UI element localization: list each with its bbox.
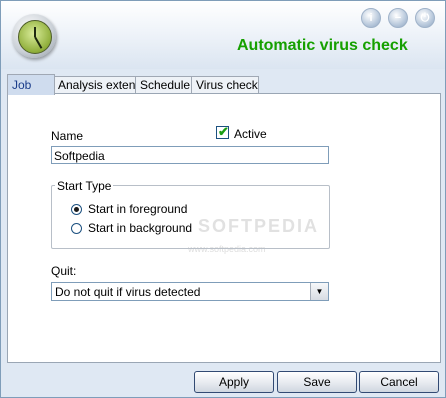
- checkmark-icon: ✔: [218, 124, 229, 139]
- minimize-icon[interactable]: −: [388, 8, 408, 28]
- quit-label: Quit:: [51, 264, 77, 278]
- start-type-group: [51, 185, 330, 249]
- quit-select-value: Do not quit if virus detected: [55, 285, 201, 299]
- power-icon[interactable]: ⏻: [415, 8, 435, 28]
- footer-bar: Apply Save Cancel: [1, 363, 445, 397]
- tab-label: Analysis extent: [58, 78, 139, 92]
- name-input[interactable]: Softpedia: [51, 146, 329, 164]
- tab-label: Job: [12, 78, 32, 92]
- radio-label-foreground: Start in foreground: [88, 202, 188, 216]
- clock-minute-hand: [34, 36, 43, 49]
- cancel-button[interactable]: Cancel: [359, 371, 439, 393]
- radio-label-background: Start in background: [88, 221, 193, 235]
- quit-select[interactable]: Do not quit if virus detected ▼: [51, 282, 329, 301]
- page-title: Automatic virus check: [237, 37, 408, 54]
- tab-schedule[interactable]: Schedule: [135, 76, 193, 94]
- info-icon[interactable]: i: [361, 8, 381, 28]
- tab-label: Schedule: [140, 78, 191, 92]
- apply-button[interactable]: Apply: [194, 371, 274, 393]
- name-label: Name: [51, 129, 84, 143]
- active-checkbox[interactable]: ✔: [216, 124, 229, 139]
- active-label: Active: [234, 127, 267, 141]
- tab-virus-check[interactable]: Virus check: [191, 76, 259, 94]
- job-panel: SOFTPEDIA www.softpedia.com Name ✔ Activ…: [7, 93, 441, 363]
- clock-icon: [12, 14, 56, 58]
- start-type-legend: Start Type: [55, 179, 114, 193]
- tab-analysis-extent[interactable]: Analysis extent: [53, 76, 139, 94]
- radio-start-background[interactable]: [71, 223, 82, 234]
- header-bar: Automatic virus check i − ⏻: [1, 1, 445, 69]
- save-button[interactable]: Save: [277, 371, 357, 393]
- radio-start-foreground[interactable]: [71, 204, 82, 215]
- tab-job[interactable]: Job: [7, 74, 55, 95]
- app-window: Automatic virus check i − ⏻ Job Analysis…: [0, 0, 446, 398]
- tab-label: Virus check: [196, 78, 258, 92]
- radio-selected-dot: [74, 207, 79, 212]
- chevron-down-icon[interactable]: ▼: [310, 283, 328, 300]
- clock-face: [18, 20, 52, 54]
